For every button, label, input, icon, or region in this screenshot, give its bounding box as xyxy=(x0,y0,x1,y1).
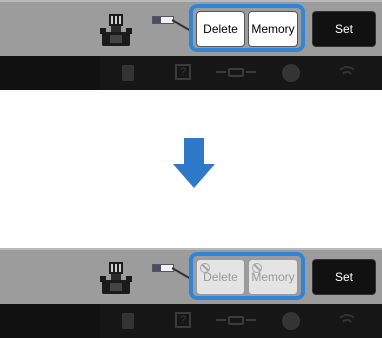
embroidery-frame-icon xyxy=(100,262,132,296)
toolbar: Delete Memory Set xyxy=(0,0,382,56)
thread-color-icon[interactable] xyxy=(282,312,300,330)
toolbar-panel-after: Delete Memory Set ? xyxy=(0,248,382,338)
set-button[interactable]: Set xyxy=(312,11,376,47)
toolbar-panel-before: Delete Memory Set ? xyxy=(0,0,382,90)
set-button[interactable]: Set xyxy=(312,259,376,295)
document-icon[interactable] xyxy=(122,313,134,329)
frame-move-icon[interactable] xyxy=(216,68,256,78)
help-icon[interactable]: ? xyxy=(175,64,191,80)
frame-move-icon[interactable] xyxy=(216,316,256,326)
thread-color-icon[interactable] xyxy=(282,64,300,82)
thread-spool-icon xyxy=(152,264,192,284)
status-bar: ? xyxy=(0,56,382,90)
embroidery-frame-icon xyxy=(100,14,132,48)
help-icon[interactable]: ? xyxy=(175,312,191,328)
wifi-icon[interactable] xyxy=(336,66,358,80)
highlight-frame xyxy=(189,252,305,300)
toolbar: Delete Memory Set xyxy=(0,248,382,304)
down-arrow-icon xyxy=(173,138,215,188)
thread-spool-icon xyxy=(152,16,192,36)
status-bar: ? xyxy=(0,304,382,338)
highlight-frame xyxy=(189,4,305,52)
document-icon[interactable] xyxy=(122,65,134,81)
wifi-icon[interactable] xyxy=(336,314,358,328)
